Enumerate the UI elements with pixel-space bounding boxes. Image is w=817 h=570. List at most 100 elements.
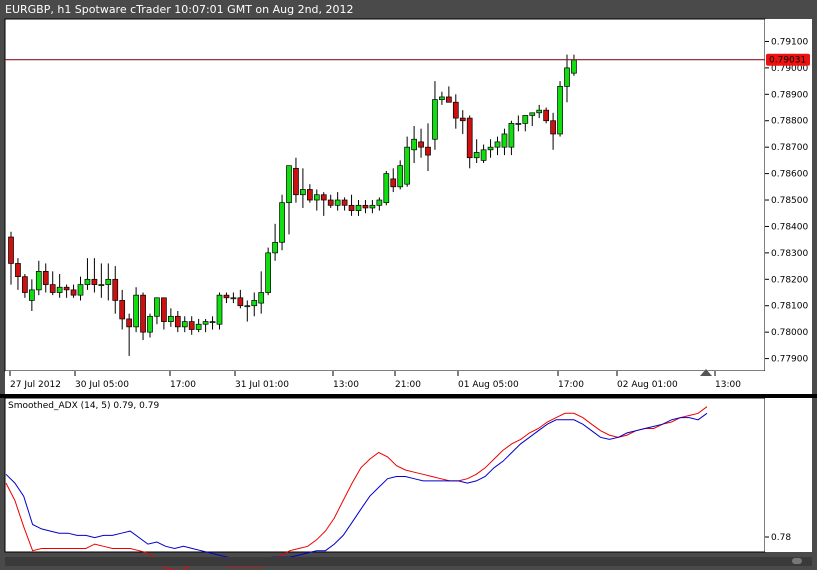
time-axis-label: 21:00: [395, 380, 421, 390]
bull-candle-body: [536, 109, 543, 114]
indicator-plot-area: [4, 397, 766, 553]
bull-candle-body: [515, 123, 522, 125]
bull-candle-body: [564, 67, 570, 87]
time-axis-label: 13:00: [333, 380, 359, 390]
bull-candle-body: [77, 284, 84, 296]
bull-candle-body: [571, 59, 577, 74]
scrollbar-thumb[interactable]: [792, 558, 802, 564]
bear-candle-body: [49, 284, 56, 293]
bear-candle-body: [15, 263, 21, 278]
bull-candle-body: [494, 141, 501, 148]
chart-canvas: 0.791000.790000.789000.788000.787000.786…: [0, 18, 817, 570]
bull-candle-body: [105, 278, 112, 285]
bull-candle-body: [334, 199, 341, 206]
bull-candle-body: [251, 300, 258, 307]
bull-candle-body: [383, 173, 390, 204]
bull-candle-body: [355, 204, 362, 211]
bull-candle-body: [404, 146, 410, 185]
current-price-tag: 0.79031: [766, 53, 810, 66]
price-axis-label: 0.78900: [771, 90, 808, 100]
bear-candle-body: [91, 278, 98, 285]
bull-candle-body: [487, 146, 494, 151]
bear-candle-body: [112, 278, 119, 301]
bull-candle-body: [230, 297, 237, 300]
bull-candle-body: [98, 284, 105, 286]
bull-candle-body: [557, 86, 563, 135]
candle: [279, 194, 285, 251]
bear-candle-body: [452, 101, 459, 119]
bear-candle-body: [140, 294, 146, 333]
bear-candle-body: [550, 120, 556, 135]
bull-candle-body: [84, 278, 91, 285]
price-axis-label: 0.77900: [771, 355, 808, 365]
bear-candle-body: [161, 297, 167, 322]
current-price-label: 0.79031: [769, 56, 806, 66]
bull-candle-body: [529, 112, 536, 116]
price-axis-label: 0.78100: [771, 302, 808, 312]
bear-candle-body: [446, 96, 452, 103]
indicator-axis-panel: [765, 398, 812, 552]
bear-candle-body: [418, 141, 424, 148]
bear-candle-body: [341, 199, 348, 206]
candle: [557, 81, 563, 137]
bear-candle-body: [174, 315, 181, 328]
bull-candle-body: [209, 321, 216, 323]
indicator-label: Smoothed_ADX (14, 5) 0.79, 0.79: [8, 401, 159, 411]
bull-candle-body: [216, 294, 223, 325]
bull-candle-body: [244, 305, 251, 308]
bull-candle-body: [56, 286, 63, 293]
horizontal-scrollbar[interactable]: [5, 557, 812, 566]
bear-candle-body: [70, 289, 77, 296]
bull-candle-body: [397, 165, 404, 188]
bear-candle-body: [22, 276, 28, 293]
bull-candle-body: [147, 315, 153, 333]
bear-candle-body: [42, 271, 49, 285]
bear-candle-body: [293, 167, 299, 196]
bull-candle-body: [265, 252, 271, 293]
bear-candle-body: [237, 297, 244, 307]
candle: [216, 292, 223, 330]
bear-candle-body: [466, 117, 473, 159]
indicator-axis-label: 0.78: [771, 533, 791, 543]
price-axis-label: 0.78500: [771, 196, 808, 206]
bull-candle-body: [202, 321, 209, 325]
bear-candle-body: [320, 194, 327, 201]
time-axis-label: 30 Jul 05:00: [75, 380, 129, 390]
bull-candle-body: [508, 123, 515, 148]
bull-candle-body: [181, 321, 188, 328]
price-axis-label: 0.79100: [771, 37, 808, 47]
bear-candle-body: [543, 109, 550, 122]
bull-candle-body: [473, 152, 480, 159]
time-axis-label: 17:00: [170, 380, 196, 390]
bear-candle-body: [188, 321, 195, 330]
bull-candle-body: [313, 194, 320, 201]
bull-candle-body: [501, 133, 508, 148]
candle: [543, 107, 550, 124]
price-axis-label: 0.78200: [771, 275, 808, 285]
bull-candle-body: [480, 149, 487, 161]
bull-candle-body: [154, 297, 160, 317]
bull-candle-body: [369, 204, 376, 209]
price-axis-label: 0.78000: [771, 328, 808, 338]
bear-candle-body: [362, 204, 369, 209]
bull-candle-body: [133, 294, 139, 328]
bull-candle-body: [376, 199, 383, 206]
price-axis-label: 0.78700: [771, 143, 808, 153]
time-axis-label: 13:00: [715, 380, 741, 390]
bull-candle-body: [258, 292, 265, 304]
bull-candle-body: [300, 189, 306, 196]
bull-candle-body: [432, 99, 438, 140]
bull-candle-body: [439, 96, 445, 100]
bear-candle-body: [348, 204, 355, 211]
time-axis-label: 31 Jul 01:00: [235, 380, 289, 390]
time-axis-label: 17:00: [558, 380, 584, 390]
bull-candle-body: [522, 115, 529, 124]
bull-candle-body: [29, 289, 35, 301]
pane-separator[interactable]: [0, 394, 817, 398]
bull-candle-body: [411, 138, 417, 151]
price-axis-label: 0.78600: [771, 170, 808, 180]
bear-candle-body: [63, 286, 70, 291]
time-axis-label: 27 Jul 2012: [10, 380, 61, 390]
price-axis-label: 0.78800: [771, 117, 808, 127]
bear-candle-body: [390, 178, 397, 188]
